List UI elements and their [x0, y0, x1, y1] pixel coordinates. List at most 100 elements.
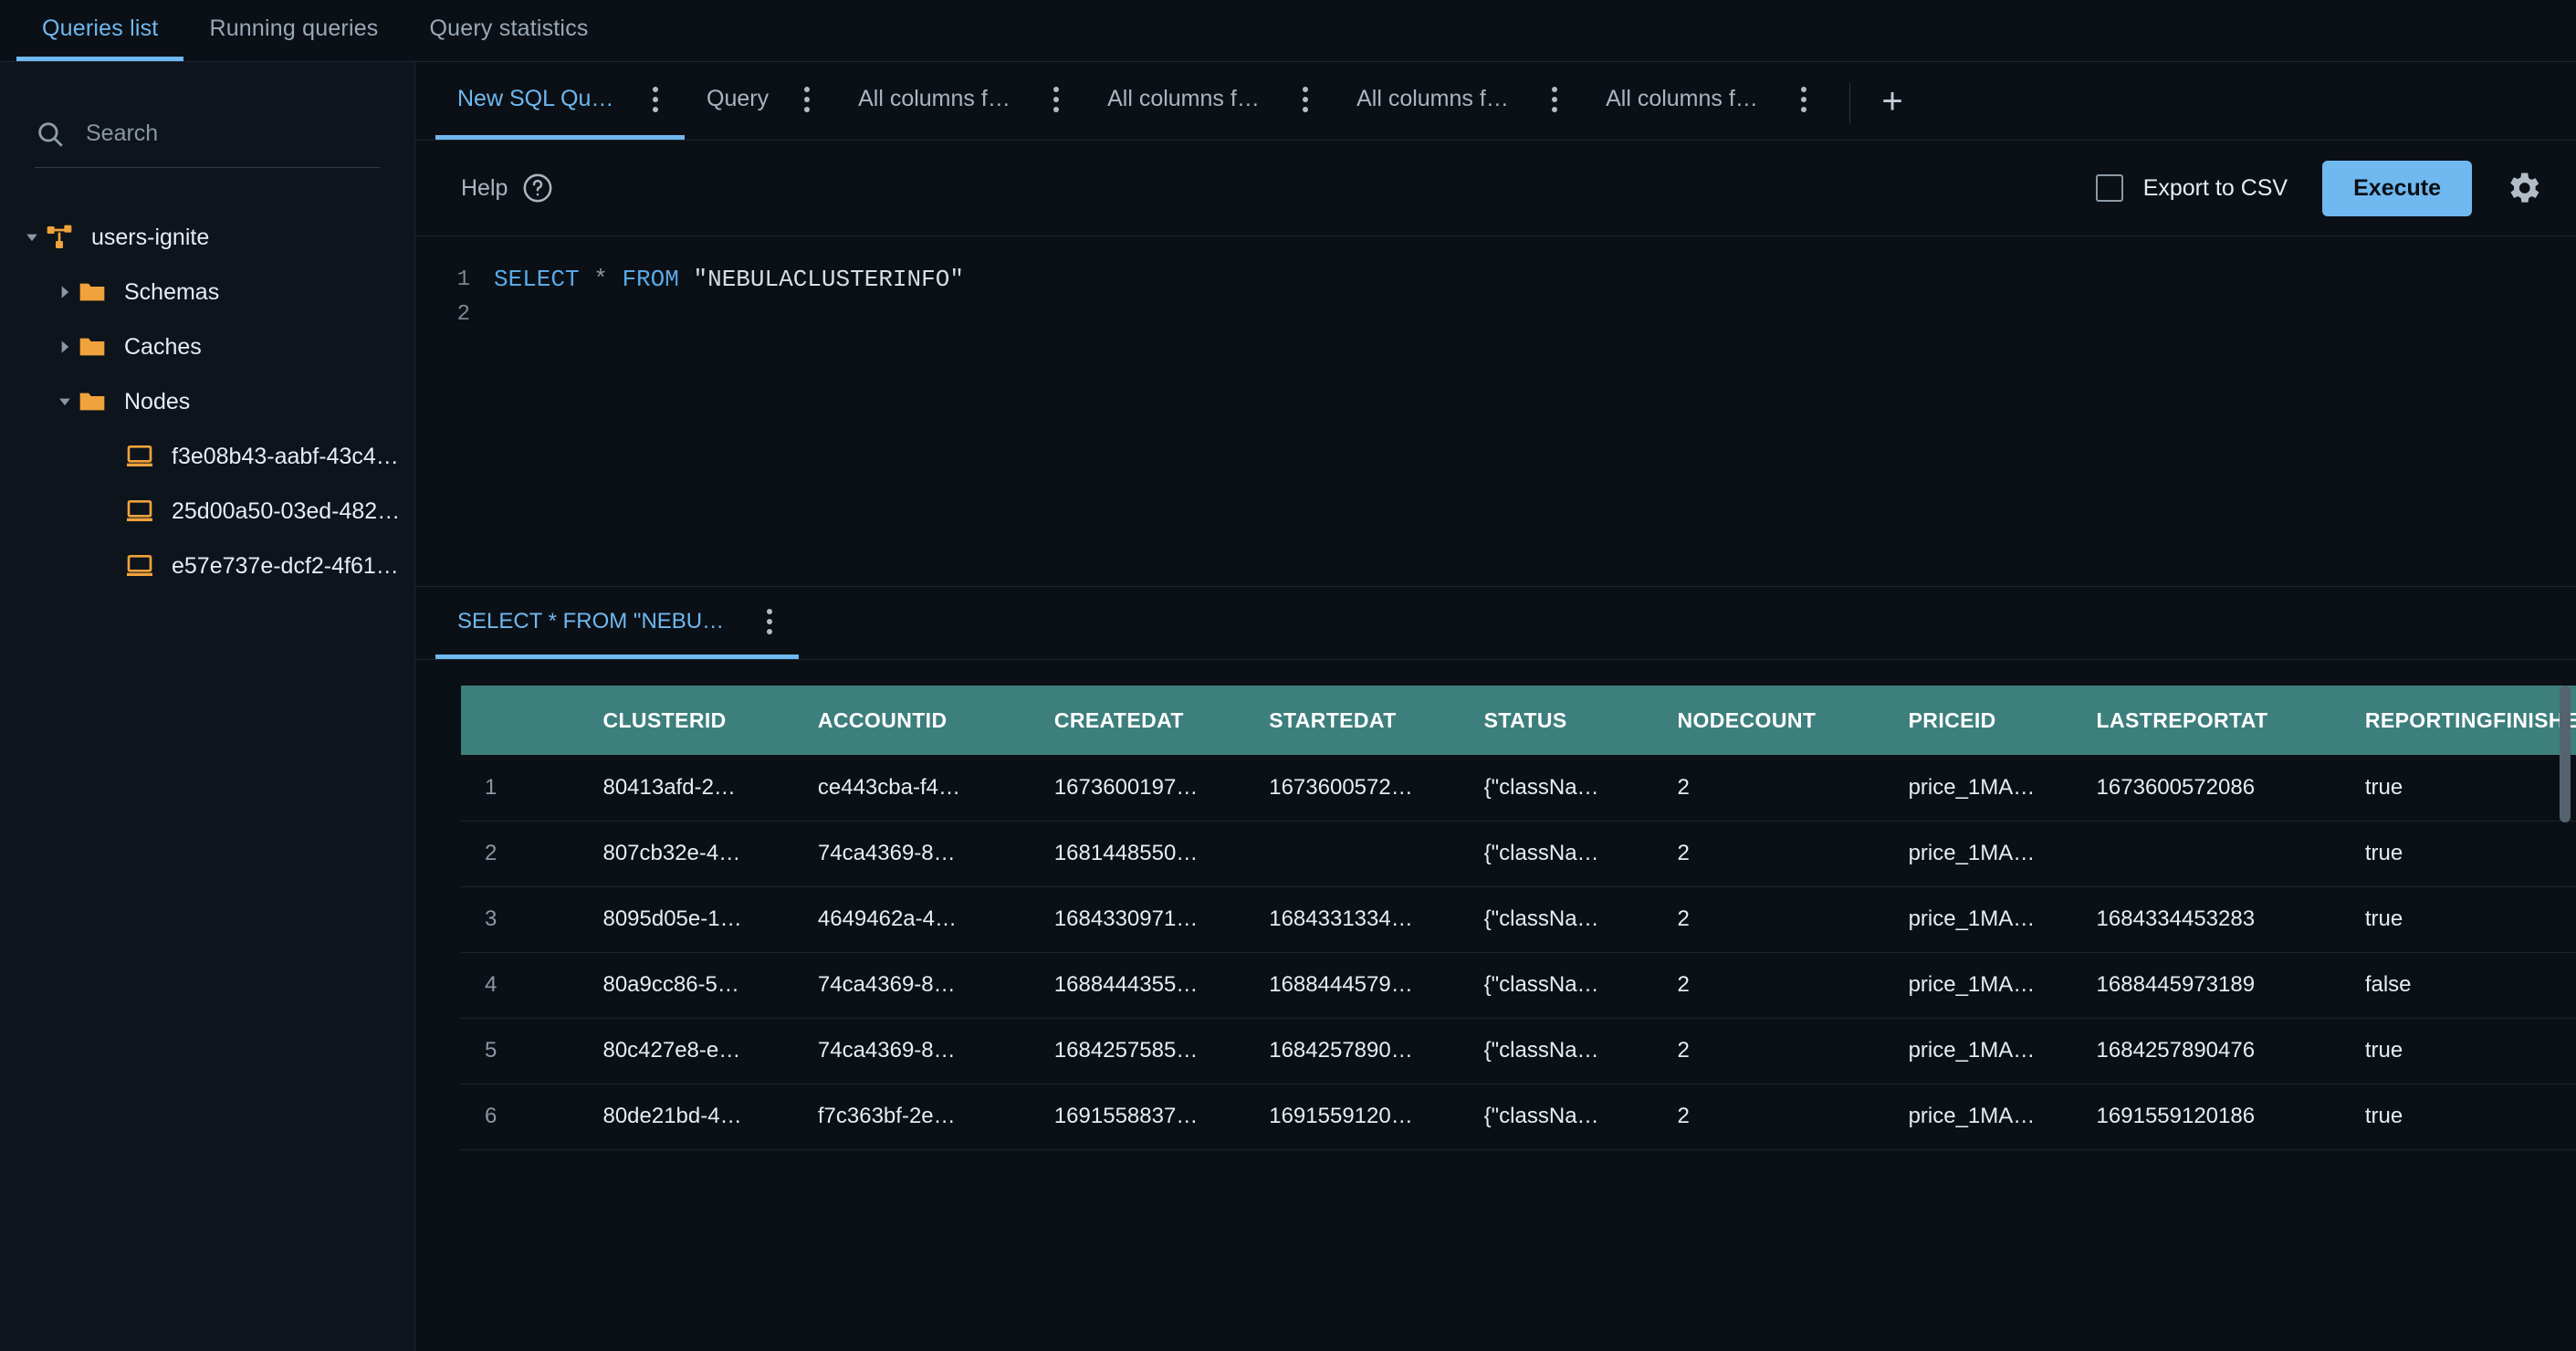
tree-item-label: Schemas	[124, 278, 220, 305]
help-button[interactable]: Help	[461, 173, 553, 204]
query-tab-menu-icon[interactable]	[632, 76, 679, 123]
column-header-priceid[interactable]: PRICEID	[1884, 686, 2073, 755]
table-row[interactable]: 5 80c427e8-e… 74ca4369-8… 1684257585… 168425…	[461, 1018, 2576, 1084]
column-header-createdat[interactable]: CREATEDAT	[1030, 686, 1246, 755]
sql-editor[interactable]: 1 SELECT * FROM "NEBULACLUSTERINFO" 2	[415, 236, 2576, 587]
cell-accountid: 74ca4369-8…	[793, 821, 1031, 887]
tree-item-label: e57e737e-dcf2-4f61…	[172, 552, 399, 579]
cell-startedat: 1691559120…	[1245, 1084, 1461, 1150]
query-toolbar: Help Export to CSV Execute	[415, 141, 2576, 236]
cell-reportingfinished: false	[2340, 952, 2576, 1019]
query-tab-menu-icon[interactable]	[1780, 76, 1827, 123]
cell-reportingfinished: true	[2340, 821, 2576, 887]
chevron-down-icon[interactable]	[20, 225, 44, 249]
cell-startedat	[1245, 821, 1461, 887]
vertical-scrollbar[interactable]	[2560, 686, 2571, 822]
cell-lastreportat: 1684334453283	[2072, 886, 2341, 953]
main-tab-running-queries[interactable]: Running queries	[183, 1, 403, 61]
tree-item-schemas[interactable]: Schemas	[0, 265, 414, 319]
token: "NEBULACLUSTERINFO"	[693, 266, 964, 293]
table-row[interactable]: 1 80413afd-2… ce443cba-f4… 1673600197… 16736…	[461, 755, 2576, 822]
tree-item-label: f3e08b43-aabf-43c4…	[172, 443, 399, 469]
column-header-lastreportat[interactable]: LASTREPORTAT	[2072, 686, 2341, 755]
column-header-blank[interactable]	[461, 686, 580, 755]
chevron-down-icon[interactable]	[53, 390, 77, 414]
cell-reportingfinished: true	[2340, 1084, 2576, 1150]
tree-item-caches[interactable]: Caches	[0, 319, 414, 374]
column-header-clusterid[interactable]: CLUSTERID	[579, 686, 794, 755]
query-tab-menu-icon[interactable]	[1531, 76, 1578, 123]
cell-accountid: 74ca4369-8…	[793, 952, 1031, 1019]
search-icon	[35, 119, 66, 150]
query-tab-2[interactable]: All columns fro…	[836, 63, 1085, 140]
cell-priceid: price_1MA…	[1884, 952, 2073, 1019]
cell-clusterid: 80a9cc86-5…	[579, 952, 794, 1019]
cell-accountid: 4649462a-4…	[793, 886, 1031, 953]
cell-priceid: price_1MA…	[1884, 886, 2073, 953]
table-row[interactable]: 2 807cb32e-4… 74ca4369-8… 1681448550… {"clas…	[461, 821, 2576, 887]
chevron-right-icon[interactable]	[53, 335, 77, 359]
tree-item-users-ignite[interactable]: users-ignite	[0, 210, 414, 265]
main-tab-queries-list[interactable]: Queries list	[16, 1, 184, 61]
column-header-status[interactable]: STATUS	[1460, 686, 1654, 755]
cell-priceid: price_1MA…	[1884, 755, 2073, 822]
cell-n: 5	[461, 1018, 580, 1084]
main-tab-query-statistics[interactable]: Query statistics	[404, 1, 614, 61]
gear-icon[interactable]	[2503, 168, 2543, 208]
main-panel: New SQL Query Query All columns fro… All co…	[415, 62, 2576, 1351]
query-tab-5[interactable]: All columns fro…	[1584, 63, 1833, 140]
tree-item-nodes[interactable]: Nodes	[0, 374, 414, 429]
chevron-right-icon[interactable]	[53, 280, 77, 304]
cell-reportingfinished: true	[2340, 1018, 2576, 1084]
sidebar: users-ignite Schemas Caches Nodes f3e08b43-a…	[0, 62, 415, 1351]
cell-nodecount: 2	[1653, 952, 1885, 1019]
column-header-nodecount[interactable]: NODECOUNT	[1653, 686, 1885, 755]
query-tab-0[interactable]: New SQL Query	[435, 63, 685, 140]
column-header-reportingfinished[interactable]: REPORTINGFINISHED	[2340, 686, 2576, 755]
query-tab-label: New SQL Query	[457, 86, 617, 111]
table-row[interactable]: 6 80de21bd-4… f7c363bf-2e… 1691558837… 16915…	[461, 1084, 2576, 1150]
result-tab-menu-icon[interactable]	[746, 598, 793, 645]
table-row[interactable]: 3 8095d05e-1… 4649462a-4… 1684330971… 168433…	[461, 886, 2576, 953]
cell-reportingfinished: true	[2340, 886, 2576, 953]
cluster-icon	[44, 222, 75, 253]
result-tab-bar: SELECT * FROM "NEBULA…	[415, 587, 2576, 660]
cell-nodecount: 2	[1653, 821, 1885, 887]
search-input[interactable]	[86, 120, 380, 147]
export-to-csv-toggle[interactable]: Export to CSV	[2095, 174, 2288, 202]
cell-startedat: 1673600572…	[1245, 755, 1461, 822]
query-tab-menu-icon[interactable]	[783, 76, 831, 123]
question-circle-icon[interactable]	[522, 173, 553, 204]
cell-n: 4	[461, 952, 580, 1019]
query-tab-3[interactable]: All columns fro…	[1085, 63, 1335, 140]
cell-status: {"classNa…	[1460, 952, 1654, 1019]
add-query-tab-button[interactable]: +	[1867, 76, 1918, 127]
cell-nodecount: 2	[1653, 1018, 1885, 1084]
query-tab-menu-icon[interactable]	[1282, 76, 1329, 123]
query-tab-1[interactable]: Query	[685, 63, 836, 140]
tree-item-e57e737e-dcf2-4f61[interactable]: e57e737e-dcf2-4f61…	[0, 539, 414, 593]
table-row[interactable]: 4 80a9cc86-5… 74ca4369-8… 1688444355… 168844…	[461, 952, 2576, 1019]
search-box[interactable]	[35, 100, 380, 168]
column-header-startedat[interactable]: STARTEDAT	[1245, 686, 1461, 755]
node-icon	[124, 550, 155, 581]
cell-clusterid: 8095d05e-1…	[579, 886, 794, 953]
tree-item-f3e08b43-aabf-43c4[interactable]: f3e08b43-aabf-43c4…	[0, 429, 414, 484]
query-tab-menu-icon[interactable]	[1032, 76, 1080, 123]
results-header-row: CLUSTERID ACCOUNTID CREATEDAT STARTEDAT STAT…	[461, 686, 2576, 755]
tree-item-label: Caches	[124, 333, 202, 360]
cell-status: {"classNa…	[1460, 1084, 1654, 1150]
column-header-accountid[interactable]: ACCOUNTID	[793, 686, 1031, 755]
cell-startedat: 1684257890…	[1245, 1018, 1461, 1084]
result-tab-0[interactable]: SELECT * FROM "NEBULA…	[435, 588, 799, 659]
cell-n: 6	[461, 1084, 580, 1150]
execute-button[interactable]: Execute	[2322, 160, 2472, 216]
query-tab-4[interactable]: All columns fro…	[1335, 63, 1584, 140]
folder-icon	[77, 331, 108, 362]
tree-item-25d00a50-03ed-482[interactable]: 25d00a50-03ed-482…	[0, 484, 414, 539]
export-csv-checkbox[interactable]	[2095, 174, 2123, 202]
cell-nodecount: 2	[1653, 886, 1885, 953]
cell-accountid: ce443cba-f4…	[793, 755, 1031, 822]
